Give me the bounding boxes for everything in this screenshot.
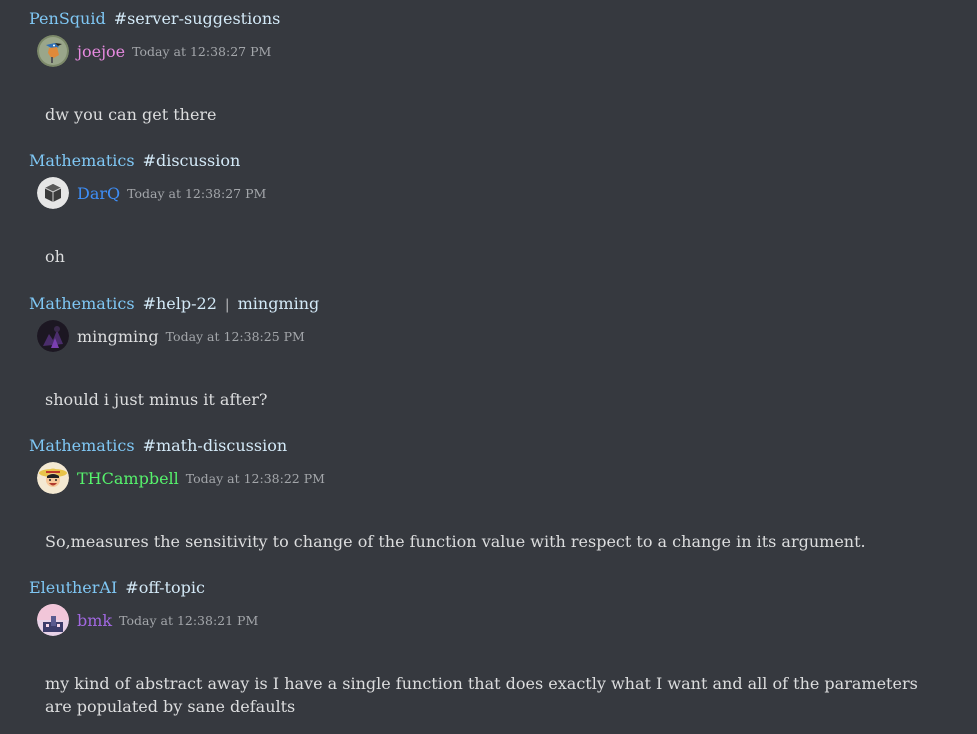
timestamp: Today at 12:38:27 PM bbox=[132, 43, 272, 59]
message-text: oh bbox=[45, 247, 65, 266]
username[interactable]: bmk bbox=[77, 611, 112, 630]
timestamp: Today at 12:38:25 PM bbox=[165, 328, 305, 344]
author-row: mingming Today at 12:38:25 PM bbox=[37, 320, 305, 352]
server-link[interactable]: EleutherAI bbox=[29, 578, 117, 597]
message-source: Mathematics #discussion bbox=[29, 150, 240, 172]
straw-hat-character-icon bbox=[37, 462, 69, 494]
username[interactable]: THCampbell bbox=[77, 469, 179, 488]
author-row: bmk Today at 12:38:21 PM bbox=[37, 604, 258, 636]
avatar[interactable] bbox=[37, 35, 69, 67]
avatar[interactable] bbox=[37, 462, 69, 494]
author-row: THCampbell Today at 12:38:22 PM bbox=[37, 462, 325, 494]
cube-icon bbox=[37, 177, 69, 209]
server-link[interactable]: Mathematics bbox=[29, 151, 135, 170]
message-source: EleutherAI #off-topic bbox=[29, 577, 205, 599]
server-link[interactable]: Mathematics bbox=[29, 294, 135, 313]
channel-link[interactable]: #math-discussion bbox=[143, 436, 288, 455]
server-link[interactable]: Mathematics bbox=[29, 436, 135, 455]
channel-link[interactable]: #help-22 bbox=[143, 294, 217, 313]
channel-link[interactable]: #discussion bbox=[143, 151, 241, 170]
timestamp: Today at 12:38:21 PM bbox=[119, 612, 259, 628]
message-text: dw you can get there bbox=[45, 105, 217, 124]
thread-link[interactable]: mingming bbox=[238, 294, 320, 313]
username[interactable]: joejoe bbox=[77, 42, 125, 61]
username[interactable]: mingming bbox=[77, 327, 159, 346]
kingfisher-bird-icon bbox=[37, 35, 69, 67]
author-row: joejoe Today at 12:38:27 PM bbox=[37, 35, 271, 67]
message-source: Mathematics #math-discussion bbox=[29, 435, 287, 457]
timestamp: Today at 12:38:27 PM bbox=[127, 185, 267, 201]
message-text: my kind of abstract away is I have a sin… bbox=[45, 674, 918, 716]
channel-link[interactable]: #off-topic bbox=[125, 578, 205, 597]
avatar[interactable] bbox=[37, 604, 69, 636]
server-link[interactable]: PenSquid bbox=[29, 9, 106, 28]
pink-sky-icon bbox=[37, 604, 69, 636]
separator: | bbox=[224, 297, 230, 313]
dark-figure-icon bbox=[37, 320, 69, 352]
message-feed: PenSquid #server-suggestions joejoe Today… bbox=[0, 0, 977, 734]
timestamp: Today at 12:38:22 PM bbox=[185, 470, 325, 486]
channel-link[interactable]: #server-suggestions bbox=[114, 9, 281, 28]
message-text: So,measures the sensitivity to change of… bbox=[45, 532, 866, 551]
message-source: PenSquid #server-suggestions bbox=[29, 8, 280, 30]
avatar[interactable] bbox=[37, 177, 69, 209]
avatar[interactable] bbox=[37, 320, 69, 352]
author-row: DarQ Today at 12:38:27 PM bbox=[37, 177, 266, 209]
message-text: should i just minus it after? bbox=[45, 390, 268, 409]
username[interactable]: DarQ bbox=[77, 184, 120, 203]
message-source: Mathematics #help-22 | mingming bbox=[29, 293, 319, 315]
